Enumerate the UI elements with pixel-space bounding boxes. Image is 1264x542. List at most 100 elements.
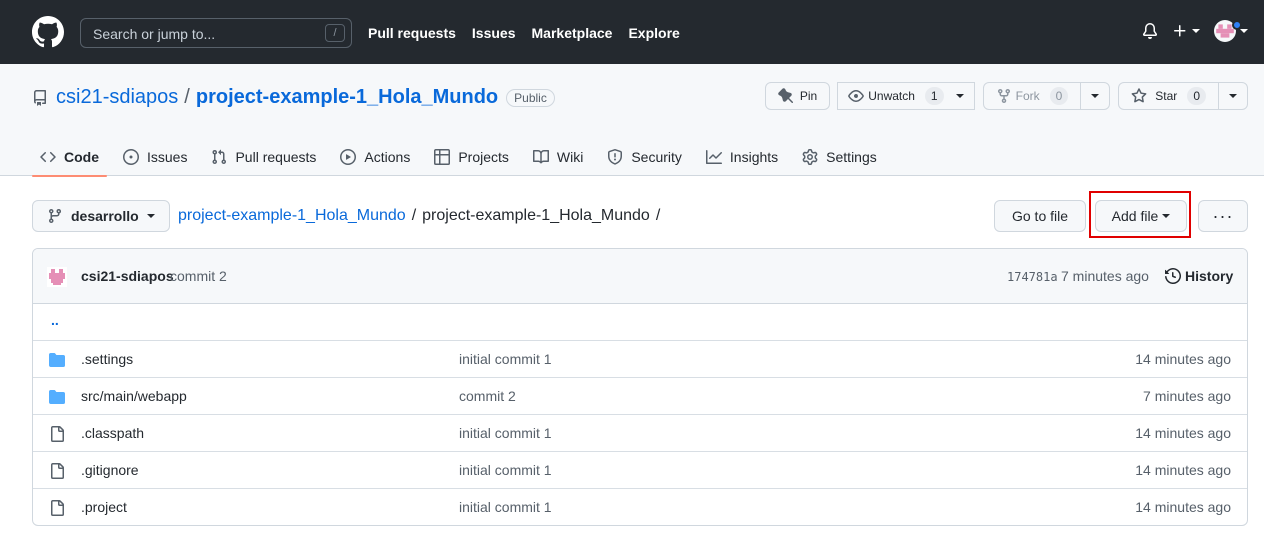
github-logo-icon[interactable] (32, 16, 64, 48)
parent-directory-link[interactable]: .. (51, 312, 59, 328)
eye-icon (848, 90, 865, 102)
tab-label: Settings (826, 149, 877, 165)
commit-author-link[interactable]: csi21-sdiapos (81, 268, 174, 284)
gear-icon (802, 149, 818, 165)
highlight-box (1089, 191, 1191, 238)
unwatch-button[interactable]: Unwatch 1 (837, 82, 975, 110)
chevron-down-icon (955, 94, 964, 98)
star-button[interactable]: Star 0 (1118, 82, 1219, 110)
commit-sha-link[interactable]: 174781a (1007, 270, 1058, 284)
table-row: .project initial commit 1 14 minutes ago (33, 489, 1247, 525)
branch-name: desarrollo (71, 208, 139, 224)
repo-title-separator: / (184, 86, 190, 108)
file-commit-message-link[interactable]: initial commit 1 (459, 425, 552, 441)
file-icon (51, 426, 64, 442)
parent-directory-row[interactable]: .. (33, 304, 1247, 341)
bell-icon[interactable] (1142, 23, 1158, 39)
tab-projects[interactable]: Projects (426, 138, 517, 176)
tab-label: Wiki (556, 149, 584, 165)
history-label: History (1185, 268, 1234, 284)
history-link[interactable]: History (1165, 268, 1233, 284)
fork-icon (997, 89, 1010, 104)
top-nav: Pull requests Issues Marketplace Explore (368, 25, 680, 41)
breadcrumb-root-link[interactable]: project-example-1_Hola_Mundo (178, 207, 406, 225)
file-commit-message-link[interactable]: initial commit 1 (459, 351, 552, 367)
file-commit-message-link[interactable]: initial commit 1 (459, 462, 552, 478)
tab-actions[interactable]: Actions (332, 138, 418, 176)
unwatch-count: 1 (924, 87, 944, 105)
more-options-button[interactable]: ··· (1198, 200, 1248, 232)
star-label: Star (1155, 89, 1178, 103)
repo-icon (34, 89, 46, 106)
fork-count: 0 (1049, 87, 1069, 105)
star-count: 0 (1187, 87, 1206, 105)
star-dropdown-button[interactable] (1218, 82, 1248, 110)
tab-label: Projects (458, 149, 509, 165)
history-icon (1165, 268, 1181, 284)
file-name-link[interactable]: .project (81, 499, 127, 515)
nav-pull-requests[interactable]: Pull requests (368, 25, 456, 41)
play-icon (340, 149, 357, 165)
pin-icon (778, 88, 793, 104)
file-table: csi21-sdiapos commit 2 174781a 7 minutes… (32, 248, 1248, 526)
file-icon (51, 463, 64, 479)
file-name-link[interactable]: .classpath (81, 425, 144, 441)
nav-explore[interactable]: Explore (628, 25, 679, 41)
file-icon (51, 500, 64, 516)
chevron-down-icon (1192, 29, 1200, 33)
file-age: 14 minutes ago (1135, 351, 1231, 367)
chevron-down-icon (1240, 29, 1248, 33)
nav-marketplace[interactable]: Marketplace (532, 25, 613, 41)
repo-actions: Pin Unwatch 1 Fork 0 Star 0 (764, 82, 1248, 110)
avatar[interactable] (47, 267, 67, 287)
file-name-link[interactable]: src/main/webapp (81, 388, 187, 404)
fork-button[interactable]: Fork 0 (982, 82, 1082, 110)
chevron-down-icon (1229, 94, 1237, 98)
search-shortcut-key: / (325, 24, 345, 42)
tab-issues[interactable]: Issues (115, 138, 195, 176)
breadcrumb: project-example-1_Hola_Mundo / project-e… (178, 207, 660, 225)
file-name-link[interactable]: .gitignore (81, 462, 139, 478)
unwatch-label: Unwatch (868, 89, 915, 103)
tab-label: Insights (729, 149, 779, 165)
tab-label: Security (631, 149, 682, 165)
table-row: .settings initial commit 1 14 minutes ag… (33, 341, 1247, 378)
commit-message-link[interactable]: commit 2 (170, 268, 227, 284)
table-icon (434, 149, 451, 165)
file-name-link[interactable]: .settings (81, 351, 133, 367)
fork-dropdown-button[interactable] (1080, 82, 1111, 110)
file-commit-message-link[interactable]: commit 2 (459, 388, 516, 404)
repo-title: csi21-sdiapos / project-example-1_Hola_M… (32, 86, 555, 109)
go-to-file-button[interactable]: Go to file (994, 200, 1086, 232)
folder-icon (49, 353, 65, 367)
file-commit-message-link[interactable]: initial commit 1 (459, 499, 552, 515)
repo-name-link[interactable]: project-example-1_Hola_Mundo (196, 86, 498, 109)
create-new-menu[interactable] (1172, 23, 1200, 39)
repo-owner-link[interactable]: csi21-sdiapos (56, 86, 178, 109)
global-header: Search or jump to... / Pull requests Iss… (0, 0, 1264, 64)
tab-settings[interactable]: Settings (794, 138, 885, 176)
search-input[interactable]: Search or jump to... / (80, 18, 352, 48)
tab-pull-requests[interactable]: Pull requests (203, 138, 324, 176)
graph-icon (705, 150, 722, 164)
tab-wiki[interactable]: Wiki (525, 138, 591, 176)
folder-icon (49, 390, 65, 404)
breadcrumb-separator: / (411, 207, 417, 224)
file-age: 14 minutes ago (1135, 462, 1231, 478)
branch-select-button[interactable]: desarrollo (32, 200, 170, 232)
nav-issues[interactable]: Issues (472, 25, 516, 41)
tab-code[interactable]: Code (32, 138, 107, 177)
tab-security[interactable]: Security (599, 138, 690, 176)
shield-icon (608, 149, 623, 165)
repo-header: csi21-sdiapos / project-example-1_Hola_M… (0, 64, 1264, 177)
star-group: Star 0 (1118, 82, 1248, 110)
user-menu[interactable] (1214, 20, 1248, 42)
issue-icon (123, 149, 139, 165)
plus-icon (1174, 25, 1186, 37)
star-icon (1131, 88, 1147, 103)
branch-icon (48, 209, 61, 224)
pin-label: Pin (799, 89, 818, 103)
pin-button[interactable]: Pin (764, 82, 831, 110)
tab-insights[interactable]: Insights (698, 138, 786, 176)
repo-tabs: Code Issues Pull requests Actions Projec… (32, 138, 893, 177)
